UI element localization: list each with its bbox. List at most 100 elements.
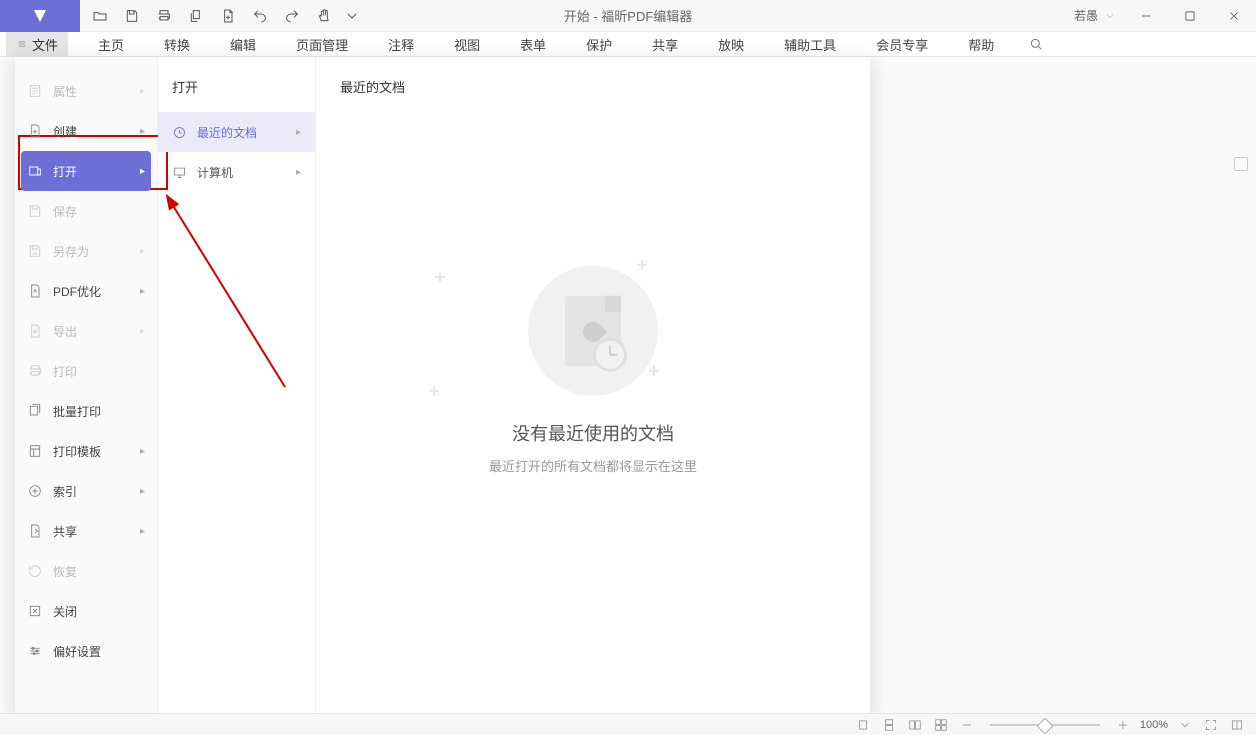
file-menu-item-label: 打印 (53, 363, 77, 380)
ribbon-search-button[interactable] (1024, 32, 1048, 56)
ribbon-tab-tools[interactable]: 辅助工具 (764, 32, 856, 57)
ribbon-tab-page-manage[interactable]: 页面管理 (276, 32, 368, 57)
file-menu-create[interactable]: 创建 ▸ (15, 111, 157, 151)
file-menu-item-label: 索引 (53, 483, 77, 500)
chevron-right-icon: ▸ (140, 126, 145, 137)
copy-icon[interactable] (180, 0, 212, 32)
view-mode-continuous-icon[interactable] (880, 716, 898, 734)
file-menu-item-label: 保存 (53, 203, 77, 220)
file-menu-right-column: 最近的文档 没有最近使用的文档 最近打开的所有文档都将显示在这里 (316, 57, 870, 717)
clock-badge-icon (593, 338, 627, 372)
zoom-slider[interactable] (990, 724, 1100, 726)
clock-icon (172, 125, 187, 140)
status-bar: 100% (0, 713, 1256, 735)
file-menu-item-label: 另存为 (53, 243, 89, 260)
sub-item-label: 最近的文档 (197, 124, 257, 141)
file-menu-recover[interactable]: 恢复 (15, 551, 157, 591)
file-menu-close[interactable]: 关闭 (15, 591, 157, 631)
file-menu-item-label: 批量打印 (53, 403, 101, 420)
share-icon (27, 523, 43, 539)
user-menu[interactable]: 若愚 (1066, 0, 1124, 32)
ribbon-tab-convert[interactable]: 转换 (144, 32, 210, 57)
file-menu-item-label: 创建 (53, 123, 77, 140)
file-menu-batch-print[interactable]: 批量打印 (15, 391, 157, 431)
window-title: 开始 - 福昕PDF编辑器 (564, 6, 693, 25)
file-menu-open[interactable]: 打开 ▸ (21, 151, 151, 191)
file-menu-print-template[interactable]: 打印模板 ▸ (15, 431, 157, 471)
save-icon[interactable] (116, 0, 148, 32)
file-menu-save-as[interactable]: 另存为 ▸ (15, 231, 157, 271)
print-icon[interactable] (148, 0, 180, 32)
ribbon-tab-slideshow[interactable]: 放映 (698, 32, 764, 57)
export-icon (27, 323, 43, 339)
maximize-button[interactable] (1168, 0, 1212, 32)
chevron-right-icon: ▸ (140, 246, 145, 257)
undo-icon[interactable] (244, 0, 276, 32)
minimize-button[interactable] (1124, 0, 1168, 32)
new-doc-icon[interactable] (212, 0, 244, 32)
file-tab[interactable]: 文件 (6, 32, 68, 57)
file-menu-save[interactable]: 保存 (15, 191, 157, 231)
properties-icon (27, 83, 43, 99)
chevron-right-icon: ▸ (140, 326, 145, 337)
ribbon-tab-share[interactable]: 共享 (632, 32, 698, 57)
ribbon-tab-edit[interactable]: 编辑 (210, 32, 276, 57)
open-folder-icon[interactable] (84, 0, 116, 32)
open-computer[interactable]: 计算机 ▸ (158, 152, 315, 192)
reading-mode-icon[interactable] (1228, 716, 1246, 734)
view-mode-facing-icon[interactable] (906, 716, 924, 734)
open-recent-docs[interactable]: 最近的文档 ▸ (158, 112, 315, 152)
zoom-dropdown-icon[interactable] (1176, 716, 1194, 734)
ribbon-tab-protect[interactable]: 保护 (566, 32, 632, 57)
sparkle-icon (429, 386, 436, 393)
file-menu-share[interactable]: 共享 ▸ (15, 511, 157, 551)
file-menu-preferences[interactable]: 偏好设置 (15, 631, 157, 671)
file-menu-item-label: 关闭 (53, 603, 77, 620)
background-panel-toggle[interactable] (1234, 157, 1248, 171)
chevron-right-icon: ▸ (140, 486, 145, 497)
chevron-right-icon: ▸ (140, 166, 145, 177)
file-menu-left-column: 属性 ▸ 创建 ▸ 打开 ▸ 保存 另存为 ▸ (15, 57, 158, 717)
optimize-icon (27, 283, 43, 299)
file-menu-index[interactable]: 索引 ▸ (15, 471, 157, 511)
zoom-percentage[interactable]: 100% (1140, 719, 1168, 731)
file-menu-item-label: 打印模板 (53, 443, 101, 460)
ribbon-tab-vip[interactable]: 会员专享 (856, 32, 948, 57)
file-menu-optimize[interactable]: PDF优化 ▸ (15, 271, 157, 311)
sparkle-icon (637, 260, 645, 268)
chevron-down-icon (1104, 10, 1116, 22)
file-menu-print[interactable]: 打印 (15, 351, 157, 391)
batch-print-icon (27, 403, 43, 419)
document-icon (565, 296, 621, 366)
file-tab-label: 文件 (32, 35, 58, 54)
view-mode-facing-continuous-icon[interactable] (932, 716, 950, 734)
qat-dropdown-icon[interactable] (340, 0, 364, 32)
hand-tool-icon[interactable] (308, 0, 340, 32)
file-menu-export[interactable]: 导出 ▸ (15, 311, 157, 351)
file-menu-item-label: PDF优化 (53, 283, 101, 300)
file-menu-item-label: 共享 (53, 523, 77, 540)
view-mode-single-icon[interactable] (854, 716, 872, 734)
redo-icon[interactable] (276, 0, 308, 32)
fullscreen-icon[interactable] (1202, 716, 1220, 734)
open-section-title: 打开 (158, 71, 315, 112)
ribbon-tab-form[interactable]: 表单 (500, 32, 566, 57)
ribbon-tab-comment[interactable]: 注释 (368, 32, 434, 57)
ribbon-tab-view[interactable]: 视图 (434, 32, 500, 57)
ribbon-tab-help[interactable]: 帮助 (948, 32, 1014, 57)
print-icon (27, 363, 43, 379)
ribbon-tabs: 文件 主页 转换 编辑 页面管理 注释 视图 表单 保护 共享 放映 辅助工具 … (0, 32, 1256, 57)
save-icon (27, 203, 43, 219)
close-button[interactable] (1212, 0, 1256, 32)
file-menu-item-label: 打开 (53, 163, 77, 180)
zoom-in-button[interactable] (1114, 716, 1132, 734)
zoom-out-button[interactable] (958, 716, 976, 734)
close-doc-icon (27, 603, 43, 619)
file-menu-panel: 属性 ▸ 创建 ▸ 打开 ▸ 保存 另存为 ▸ (15, 57, 870, 717)
empty-state: 没有最近使用的文档 最近打开的所有文档都将显示在这里 (489, 266, 697, 475)
file-menu-properties[interactable]: 属性 ▸ (15, 71, 157, 111)
sparkle-icon (649, 366, 659, 376)
index-icon (27, 483, 43, 499)
chevron-right-icon: ▸ (296, 167, 301, 178)
ribbon-tab-home[interactable]: 主页 (78, 32, 144, 57)
